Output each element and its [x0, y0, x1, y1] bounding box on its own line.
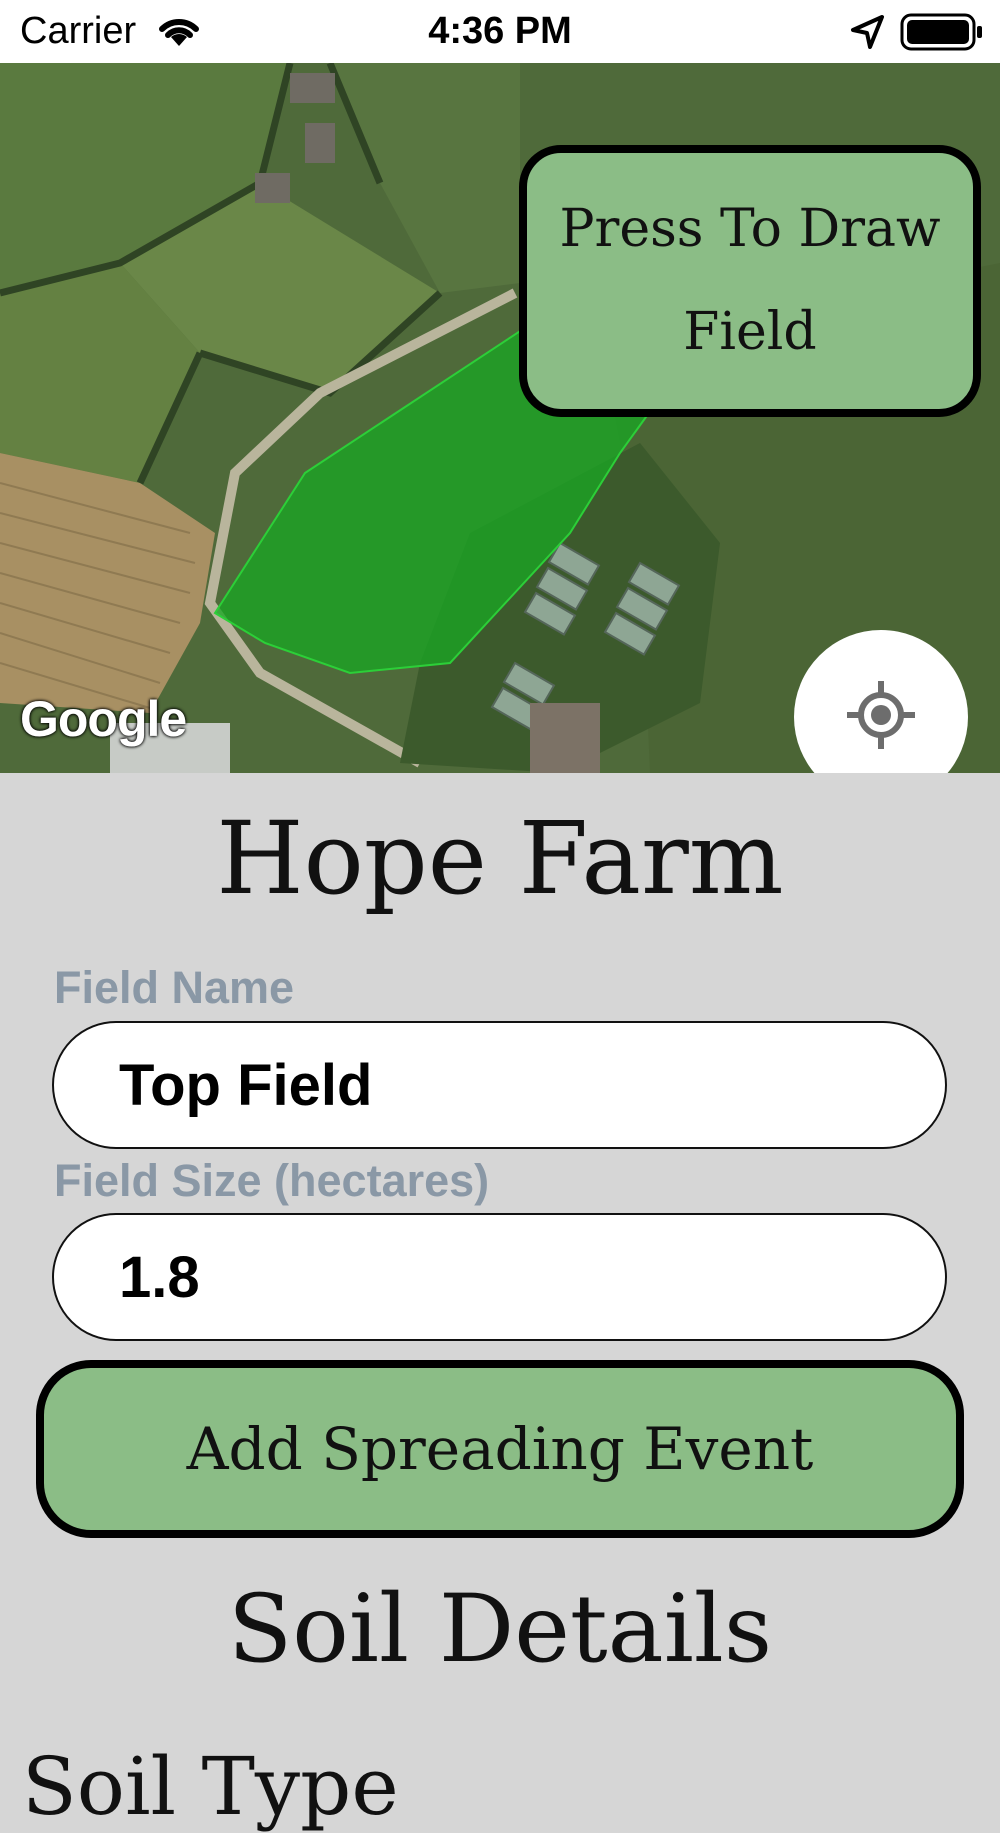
field-name-label: Field Name — [54, 962, 295, 1013]
status-bar: Carrier 4:36 PM — [0, 0, 1000, 63]
soil-type-label: Soil Type — [22, 1740, 399, 1833]
field-size-label: Field Size (hectares) — [54, 1155, 490, 1206]
farm-title: Hope Farm — [216, 800, 784, 917]
draw-field-button-label: Press To Draw Field — [559, 199, 941, 362]
location-arrow-icon — [850, 14, 886, 55]
satellite-map[interactable]: Press To Draw Field Google — [0, 63, 1000, 773]
battery-icon — [900, 13, 984, 56]
field-size-input[interactable] — [52, 1213, 947, 1341]
google-logo: Google — [20, 691, 187, 747]
field-name-input[interactable] — [52, 1021, 947, 1149]
add-spreading-event-label: Add Spreading Event — [186, 1415, 814, 1483]
crosshair-icon — [843, 677, 919, 758]
draw-field-button[interactable]: Press To Draw Field — [519, 145, 981, 417]
add-spreading-event-button[interactable]: Add Spreading Event — [36, 1360, 964, 1538]
soil-details-title: Soil Details — [227, 1575, 773, 1684]
